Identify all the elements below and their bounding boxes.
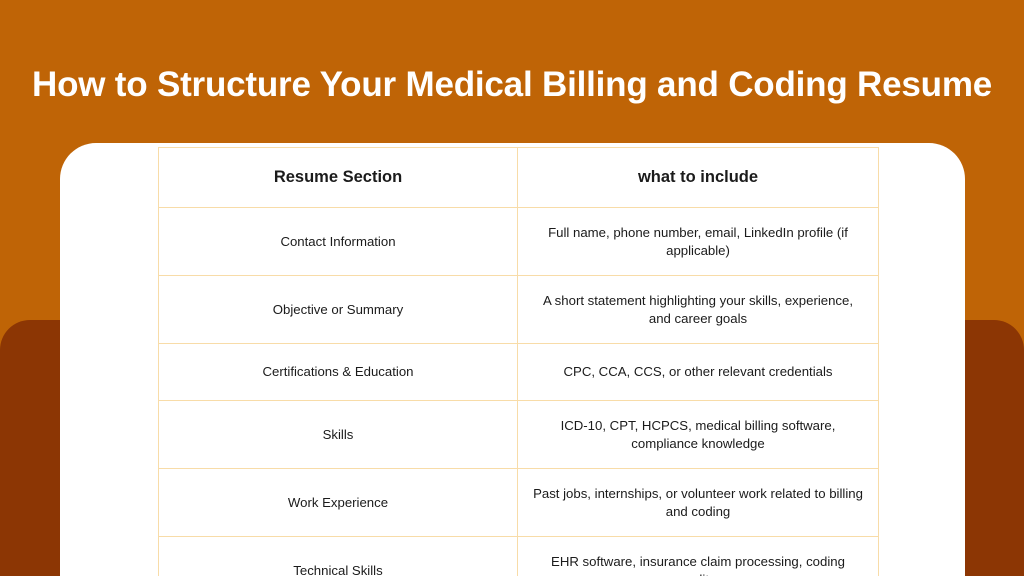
cell-resume-section: Contact Information (158, 207, 518, 276)
table-row: Work Experience Past jobs, internships, … (158, 468, 879, 537)
page-title: How to Structure Your Medical Billing an… (32, 65, 993, 105)
resume-structure-table: Resume Section what to include Contact I… (158, 147, 879, 576)
cell-what-to-include: Full name, phone number, email, LinkedIn… (517, 207, 879, 276)
table-row: Technical Skills EHR software, insurance… (158, 536, 879, 576)
table-row: Skills ICD-10, CPT, HCPCS, medical billi… (158, 400, 879, 469)
table-header-row: Resume Section what to include (158, 147, 879, 208)
cell-resume-section: Technical Skills (158, 536, 518, 576)
column-header-resume-section: Resume Section (158, 147, 518, 208)
column-header-what-to-include: what to include (517, 147, 879, 208)
cell-what-to-include: ICD-10, CPT, HCPCS, medical billing soft… (517, 400, 879, 469)
cell-what-to-include: CPC, CCA, CCS, or other relevant credent… (517, 343, 879, 401)
resume-structure-table-wrapper: Resume Section what to include Contact I… (158, 147, 879, 576)
table-row: Certifications & Education CPC, CCA, CCS… (158, 343, 879, 401)
table-row: Contact Information Full name, phone num… (158, 207, 879, 276)
cell-what-to-include: A short statement highlighting your skil… (517, 275, 879, 344)
cell-resume-section: Objective or Summary (158, 275, 518, 344)
cell-what-to-include: EHR software, insurance claim processing… (517, 536, 879, 576)
cell-what-to-include: Past jobs, internships, or volunteer wor… (517, 468, 879, 537)
table-header: Resume Section what to include (158, 147, 879, 208)
table-body: Contact Information Full name, phone num… (158, 207, 879, 576)
slide-canvas: How to Structure Your Medical Billing an… (0, 0, 1024, 576)
cell-resume-section: Skills (158, 400, 518, 469)
cell-resume-section: Work Experience (158, 468, 518, 537)
cell-resume-section: Certifications & Education (158, 343, 518, 401)
table-row: Objective or Summary A short statement h… (158, 275, 879, 344)
